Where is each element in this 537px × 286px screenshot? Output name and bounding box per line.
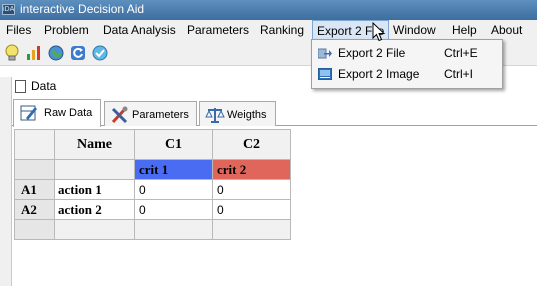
frame-title: Data <box>31 79 57 93</box>
app-icon: iDA <box>2 4 15 15</box>
tab-strip: Raw Data Parameters Weigths <box>12 99 537 127</box>
menu-window[interactable]: Window <box>393 23 436 37</box>
menu-bar: Files Problem Data Analysis Parameters R… <box>0 20 537 40</box>
document-icon <box>15 80 26 93</box>
criterion-c1-cell[interactable]: crit 1 <box>134 159 213 180</box>
tab-raw-data[interactable]: Raw Data <box>13 99 101 127</box>
menu-ranking[interactable]: Ranking <box>260 23 304 37</box>
data-table: Name C1 C2 crit 1 crit 2 A1 action 1 0 0… <box>14 129 291 240</box>
menu-item-label: Export 2 Image <box>338 67 420 81</box>
tools-icon <box>111 106 128 124</box>
bar-chart-button[interactable] <box>24 43 44 63</box>
menu-problem[interactable]: Problem <box>44 23 89 37</box>
action-name-cell[interactable]: action 1 <box>54 179 135 200</box>
image-icon <box>318 68 332 80</box>
tab-parameters-label: Parameters <box>132 109 189 121</box>
globe-icon <box>48 45 64 61</box>
edit-table-icon <box>20 105 37 121</box>
tab-raw-data-label: Raw Data <box>44 107 93 119</box>
value-cell[interactable]: 0 <box>212 199 291 220</box>
export-arrow-icon <box>318 48 332 59</box>
empty-cell[interactable] <box>54 219 135 240</box>
menu-data-analysis[interactable]: Data Analysis <box>103 23 176 37</box>
criteria-name-blank <box>54 159 135 180</box>
menu-about[interactable]: About <box>491 23 522 37</box>
frame-left-strip <box>0 77 12 286</box>
corner-cell <box>14 129 55 160</box>
window-title: interactive Decision Aid <box>20 2 145 16</box>
menu-help[interactable]: Help <box>452 23 477 37</box>
criterion-c2-cell[interactable]: crit 2 <box>212 159 291 180</box>
table-row: A1 action 1 0 0 <box>14 179 291 200</box>
empty-cell[interactable] <box>212 219 291 240</box>
refresh-button[interactable] <box>68 43 88 63</box>
menu-files[interactable]: Files <box>6 23 31 37</box>
tab-parameters[interactable]: Parameters <box>104 101 197 126</box>
tab-weigths[interactable]: Weigths <box>199 101 276 126</box>
row-header-a1: A1 <box>14 179 55 200</box>
value-cell[interactable]: 0 <box>134 179 213 200</box>
menu-item-shortcut: Ctrl+I <box>444 67 474 81</box>
check-button[interactable] <box>90 43 110 63</box>
scales-icon <box>205 108 225 123</box>
action-name-cell[interactable]: action 2 <box>54 199 135 220</box>
row-header-empty <box>14 219 55 240</box>
value-cell[interactable]: 0 <box>212 179 291 200</box>
export-menu: Export 2 File Ctrl+E Export 2 Image Ctrl… <box>311 39 503 89</box>
value-cell[interactable]: 0 <box>134 199 213 220</box>
lightbulb-button[interactable] <box>2 43 22 63</box>
bar-chart-icon <box>27 46 40 60</box>
column-header-c1[interactable]: C1 <box>134 129 213 160</box>
lightbulb-icon <box>5 44 19 61</box>
refresh-icon <box>71 46 85 60</box>
title-bar: iDA interactive Decision Aid <box>0 0 537 20</box>
table-header-row: Name C1 C2 <box>14 129 291 160</box>
mouse-cursor-icon <box>372 22 386 42</box>
column-header-name[interactable]: Name <box>54 129 135 160</box>
row-header-a2: A2 <box>14 199 55 220</box>
empty-cell[interactable] <box>134 219 213 240</box>
menu-item-export-2-file[interactable]: Export 2 File Ctrl+E <box>314 43 500 64</box>
menu-item-shortcut: Ctrl+E <box>444 46 478 60</box>
table-row-empty <box>14 219 291 240</box>
globe-button[interactable] <box>46 43 66 63</box>
row-header-empty <box>14 159 55 180</box>
menu-item-label: Export 2 File <box>338 46 406 60</box>
column-header-c2[interactable]: C2 <box>212 129 291 160</box>
tab-weigths-label: Weigths <box>227 109 267 121</box>
criteria-row: crit 1 crit 2 <box>14 159 291 180</box>
menu-item-export-2-image[interactable]: Export 2 Image Ctrl+I <box>314 64 500 85</box>
check-icon <box>92 45 108 61</box>
menu-parameters[interactable]: Parameters <box>187 23 249 37</box>
table-row: A2 action 2 0 0 <box>14 199 291 220</box>
